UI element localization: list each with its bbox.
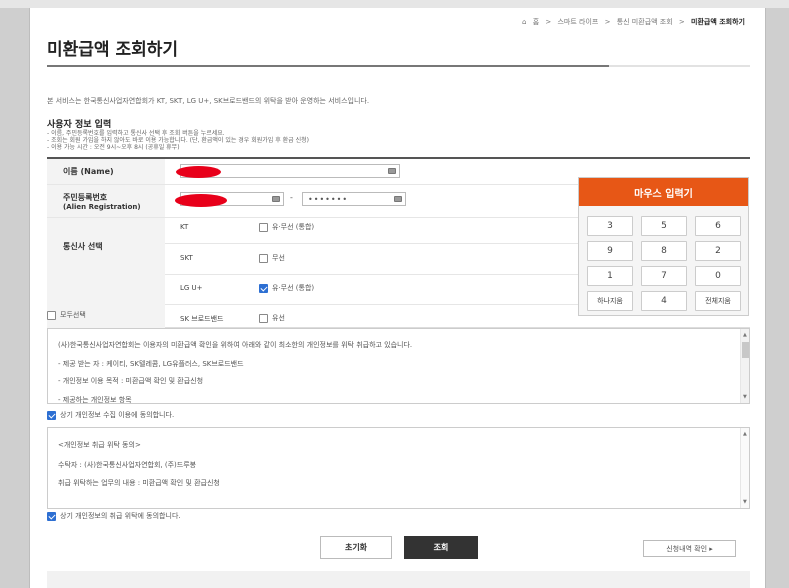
skt-option-box[interactable]	[259, 253, 268, 263]
rrn-label-text: 주민등록번호	[63, 192, 108, 202]
reset-button[interactable]: 초기화	[320, 536, 392, 559]
keypad-key[interactable]: 5	[641, 216, 687, 236]
keypad-key[interactable]: 9	[587, 241, 633, 261]
breadcrumb: ⌂ 홈 > 스마트 라이프 > 통신 미환급액 조회 > 미환급액 조회하기	[520, 17, 747, 27]
keyboard-icon[interactable]	[388, 168, 396, 174]
privacy-consign-agree-label: 상기 개인정보의 취급 위탁에 동의합니다.	[60, 512, 181, 520]
browser-top-strip	[0, 0, 789, 8]
name-label-text: 이름 (Name)	[63, 167, 114, 176]
privacy-collection-agree-label: 상기 개인정보 수집 이용에 동의합니다.	[60, 411, 175, 419]
mouse-keypad: 마우스 입력기 3 5 6 9 8 2 1 7 0 하나지움 4 전체지움	[578, 177, 749, 316]
kt-option-label: 유·무선 (통합)	[272, 223, 315, 231]
skt-option-label: 무선	[272, 254, 285, 262]
redacted-rrn-front	[175, 194, 227, 207]
keyboard-icon[interactable]	[394, 196, 402, 202]
keypad-delete-one-button[interactable]: 하나지움	[587, 291, 633, 311]
keypad-key[interactable]: 0	[695, 266, 741, 286]
carrier-skb: SK 브로드밴드	[180, 315, 224, 323]
kt-option-checkbox[interactable]: 유·무선 (통합)	[259, 222, 314, 232]
keypad-key[interactable]: 1	[587, 266, 633, 286]
privacy-collection-textbox[interactable]: (사)한국통신사업자연합회는 이용자의 미환급액 확인을 위하여 아래와 같이 …	[47, 328, 750, 404]
privacy-line: 수탁자 : (사)한국통신사업자연합회, (주)드루봉	[58, 461, 197, 469]
title-divider	[47, 65, 750, 67]
scroll-down-icon[interactable]: ▼	[743, 394, 747, 400]
search-button[interactable]: 조회	[404, 536, 478, 559]
breadcrumb-separator: >	[678, 18, 685, 26]
keypad-key[interactable]: 4	[641, 291, 687, 311]
privacy-consign-agree-box[interactable]	[47, 511, 56, 521]
breadcrumb-item-smart-life[interactable]: 스마트 라이프	[557, 18, 598, 26]
footer-band	[47, 571, 750, 588]
name-label: 이름 (Name)	[47, 159, 165, 184]
page-container: ⌂ 홈 > 스마트 라이프 > 통신 미환급액 조회 > 미환급액 조회하기 미…	[29, 8, 766, 588]
carrier-label-text: 통신사 선택	[63, 242, 103, 251]
keypad-key[interactable]: 6	[695, 216, 741, 236]
rrn-dash: -	[290, 193, 293, 202]
note-line: - 이름, 주민등록번호를 입력하고 통신사 선택 후 조회 버튼을 누르세요.	[47, 130, 225, 137]
rrn-front-input[interactable]	[175, 192, 284, 207]
privacy-line: - 제공하는 개인정보 항목	[58, 396, 132, 404]
breadcrumb-item-home[interactable]: 홈	[533, 18, 539, 26]
keyboard-icon[interactable]	[272, 196, 280, 202]
note-line: - 조회는 회원 가입을 하지 않아도 바로 이용 가능합니다. (단, 환급액…	[47, 137, 309, 144]
skb-option-label: 유선	[272, 314, 285, 322]
keypad-key[interactable]: 7	[641, 266, 687, 286]
service-intro-text: 본 서비스는 한국통신사업자연합회가 KT, SKT, LG U+, SK브로드…	[47, 97, 370, 105]
keypad-delete-all-button[interactable]: 전체지움	[695, 291, 741, 311]
skb-option-checkbox[interactable]: 유선	[259, 313, 285, 323]
lgu-option-box[interactable]	[259, 283, 268, 293]
rrn-sublabel-text: (Alien Registration)	[63, 202, 141, 211]
scroll-thumb[interactable]	[742, 342, 749, 358]
scrollbar[interactable]: ▲ ▼	[740, 428, 749, 508]
privacy-collection-agree-box[interactable]	[47, 410, 56, 420]
select-all-label: 모두선택	[60, 311, 86, 319]
page-title: 미환급액 조회하기	[47, 40, 179, 60]
rrn-label: 주민등록번호 (Alien Registration)	[47, 185, 165, 217]
privacy-line: - 제공 받는 자 : 케이티, SK텔레콤, LG유플러스, SK브로드밴드	[58, 360, 244, 368]
breadcrumb-separator: >	[604, 18, 611, 26]
scroll-up-icon[interactable]: ▲	[743, 332, 747, 338]
skb-option-box[interactable]	[259, 313, 268, 323]
keypad-key[interactable]: 2	[695, 241, 741, 261]
privacy-line: - 개인정보 이용 목적 : 미환급액 확인 및 환급신청	[58, 377, 204, 385]
privacy-line: 취급 위탁하는 업무의 내용 : 미환급액 확인 및 환급신청	[58, 479, 220, 487]
keypad-title: 마우스 입력기	[579, 178, 748, 206]
scroll-down-icon[interactable]: ▼	[743, 499, 747, 505]
breadcrumb-item-current: 미환급액 조회하기	[691, 18, 745, 26]
privacy-line: <개인정보 취급 위탁 동의>	[58, 441, 141, 449]
breadcrumb-separator: >	[545, 18, 552, 26]
carrier-skt: SKT	[180, 254, 193, 262]
kt-option-box[interactable]	[259, 222, 268, 232]
note-line: - 이용 가능 시간 : 오전 9시~오후 8시 (공휴일 휴무)	[47, 144, 180, 151]
lgu-option-label: 유·무선 (통합)	[272, 284, 315, 292]
skt-option-checkbox[interactable]: 무선	[259, 253, 285, 263]
rrn-back-value: •••••••	[308, 195, 349, 204]
carrier-lgu: LG U+	[180, 284, 203, 292]
keypad-key[interactable]: 3	[587, 216, 633, 236]
carrier-kt: KT	[180, 223, 189, 231]
section-notes: - 이름, 주민등록번호를 입력하고 통신사 선택 후 조회 버튼을 누르세요.…	[47, 130, 309, 151]
scroll-up-icon[interactable]: ▲	[743, 431, 747, 437]
privacy-consign-textbox[interactable]: <개인정보 취급 위탁 동의> 수탁자 : (사)한국통신사업자연합회, (주)…	[47, 427, 750, 509]
privacy-line: (사)한국통신사업자연합회는 이용자의 미환급액 확인을 위하여 아래와 같이 …	[58, 341, 413, 349]
lgu-option-checkbox[interactable]: 유·무선 (통합)	[259, 283, 314, 293]
keypad-key[interactable]: 8	[641, 241, 687, 261]
home-icon[interactable]: ⌂	[522, 18, 526, 26]
rrn-back-input[interactable]: •••••••	[302, 192, 406, 206]
privacy-consign-agree-checkbox[interactable]: 상기 개인정보의 취급 위탁에 동의합니다.	[47, 511, 181, 521]
redacted-name	[176, 166, 221, 178]
select-all-checkbox[interactable]: 모두선택	[47, 310, 86, 320]
select-all-box[interactable]	[47, 310, 56, 320]
privacy-collection-agree-checkbox[interactable]: 상기 개인정보 수집 이용에 동의합니다.	[47, 410, 174, 420]
breadcrumb-item-refund[interactable]: 통신 미환급액 조회	[617, 18, 673, 26]
history-check-button[interactable]: 신청내역 확인 ▸	[643, 540, 736, 557]
name-input[interactable]	[176, 164, 400, 178]
section-title: 사용자 정보 입력	[47, 120, 112, 130]
scrollbar[interactable]: ▲ ▼	[740, 329, 749, 403]
